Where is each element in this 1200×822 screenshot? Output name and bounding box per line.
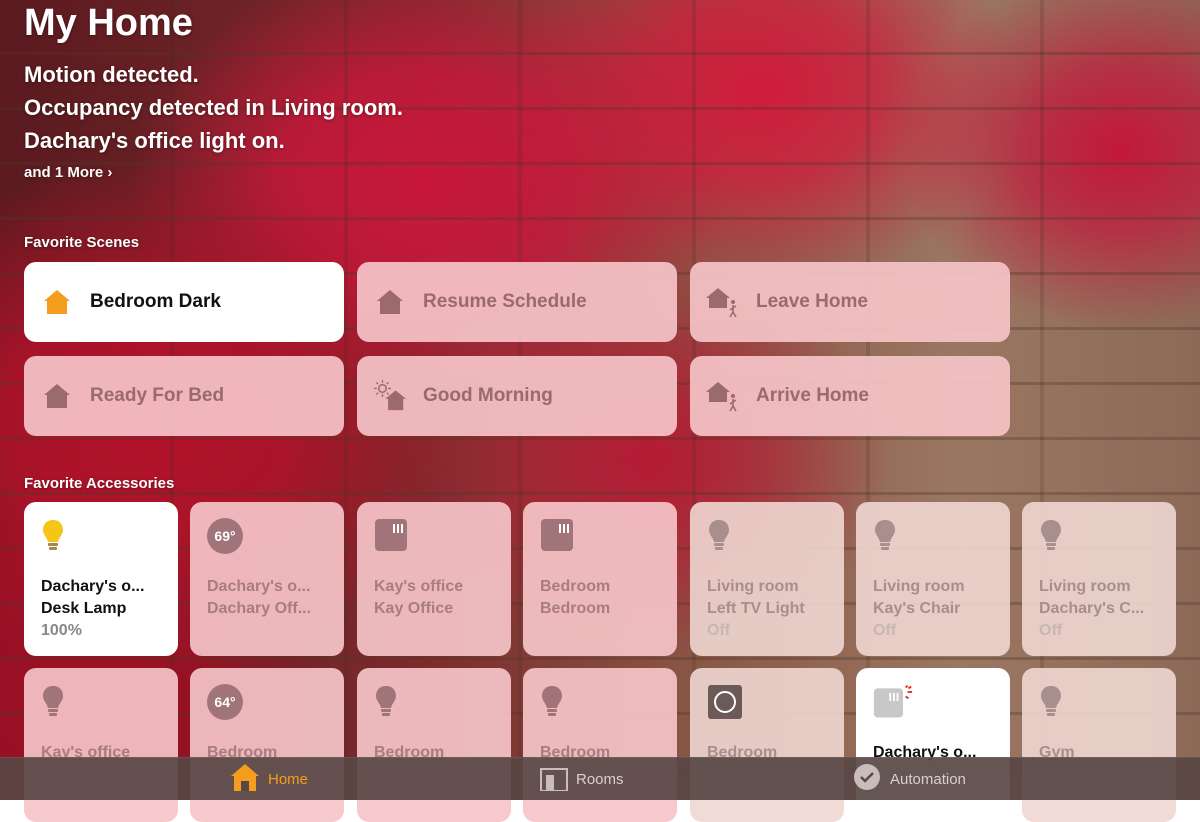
- lightbulb-on-icon: [41, 518, 81, 558]
- status-line: Dachary's office light on.: [24, 128, 285, 153]
- accessory-status: Off: [1039, 622, 1063, 639]
- tab-bar: Home Rooms Automation: [0, 757, 1200, 800]
- accessory-tile-dacharys-chair[interactable]: Living room Dachary's C... Off: [1022, 502, 1176, 656]
- status-line: Occupancy detected in Living room.: [24, 95, 403, 120]
- favorite-scenes-label: Favorite Scenes: [24, 234, 140, 251]
- accessory-tile-left-tv-light[interactable]: Living room Left TV Light Off: [690, 502, 844, 656]
- page-title: My Home: [24, 2, 193, 44]
- scene-label: Ready For Bed: [90, 385, 225, 406]
- scene-label: Bedroom Dark: [90, 291, 221, 312]
- rooms-icon: [540, 763, 568, 796]
- temperature-badge: 69°: [207, 518, 243, 554]
- lightbulb-icon: [873, 518, 913, 558]
- tab-label: Home: [268, 770, 309, 788]
- accessory-status: Off: [873, 622, 897, 639]
- scene-ready-for-bed[interactable]: Ready For Bed: [24, 356, 344, 436]
- accessory-status: Off: [707, 622, 731, 639]
- accessory-room: Living room: [873, 578, 965, 595]
- accessory-name: Desk Lamp: [41, 600, 127, 617]
- lightbulb-icon: [1039, 518, 1079, 558]
- accessory-name: Kay Office: [374, 600, 454, 617]
- motion-switch-icon: [873, 684, 913, 724]
- lightbulb-icon: [707, 518, 747, 558]
- accessory-name: Kay's Chair: [873, 600, 961, 617]
- lightbulb-icon: [374, 684, 414, 724]
- accessory-room: Living room: [1039, 578, 1131, 595]
- scene-label: Resume Schedule: [423, 291, 587, 312]
- scene-bedroom-dark[interactable]: Bedroom Dark: [24, 262, 344, 342]
- accessory-name: Left TV Light: [707, 600, 805, 617]
- home-icon: [40, 285, 74, 319]
- tab-rooms[interactable]: Rooms: [540, 758, 624, 800]
- home-icon: [373, 285, 407, 319]
- thermostat-icon: 64°: [207, 684, 247, 724]
- accessory-room: Dachary's o...: [207, 578, 311, 595]
- accessory-room: Dachary's o...: [41, 578, 145, 595]
- automation-icon: [852, 762, 882, 797]
- switch-icon: [374, 518, 414, 558]
- lightbulb-icon: [540, 684, 580, 724]
- accessory-room: Kay's office: [374, 578, 464, 595]
- accessory-room: Living room: [707, 578, 799, 595]
- home-person-icon: [706, 285, 740, 319]
- scene-label: Leave Home: [756, 291, 868, 312]
- scene-leave-home[interactable]: Leave Home: [690, 262, 1010, 342]
- accessory-name: Dachary's C...: [1039, 600, 1145, 617]
- accessory-tile-desk-lamp[interactable]: Dachary's o... Desk Lamp 100%: [24, 502, 178, 656]
- scene-resume-schedule[interactable]: Resume Schedule: [357, 262, 677, 342]
- accessory-status: 100%: [41, 622, 82, 639]
- more-status-link[interactable]: and 1 More ›: [24, 164, 112, 181]
- temperature-badge: 64°: [207, 684, 243, 720]
- accessory-tile-kay-office[interactable]: Kay's office Kay Office: [357, 502, 511, 656]
- switch-icon: [540, 518, 580, 558]
- tab-label: Automation: [890, 770, 966, 788]
- status-line: Motion detected.: [24, 62, 199, 87]
- lightbulb-icon: [41, 684, 81, 724]
- accessory-name: Dachary Off...: [207, 600, 312, 617]
- scene-label: Arrive Home: [756, 385, 869, 406]
- accessory-tile-thermostat[interactable]: 69° Dachary's o... Dachary Off...: [190, 502, 344, 656]
- scene-label: Good Morning: [423, 385, 553, 406]
- accessory-tile-kays-chair[interactable]: Living room Kay's Chair Off: [856, 502, 1010, 656]
- accessory-name: Bedroom: [540, 600, 611, 617]
- lightbulb-icon: [1039, 684, 1079, 724]
- scene-arrive-home[interactable]: Arrive Home: [690, 356, 1010, 436]
- thermostat-icon: 69°: [207, 518, 247, 558]
- scene-good-morning[interactable]: Good Morning: [357, 356, 677, 436]
- accessory-tile-bedroom-switch[interactable]: Bedroom Bedroom: [523, 502, 677, 656]
- home-person-icon: [706, 379, 740, 413]
- accessory-room: Bedroom: [540, 578, 611, 595]
- tab-label: Rooms: [576, 770, 624, 788]
- tab-automation[interactable]: Automation: [852, 758, 966, 800]
- sensor-icon: [707, 684, 747, 724]
- status-summary[interactable]: Motion detected. Occupancy detected in L…: [24, 58, 403, 157]
- home-icon: [230, 763, 260, 796]
- tab-home[interactable]: Home: [230, 758, 308, 800]
- home-sun-icon: [373, 379, 407, 413]
- home-icon: [40, 379, 74, 413]
- favorite-accessories-label: Favorite Accessories: [24, 475, 175, 492]
